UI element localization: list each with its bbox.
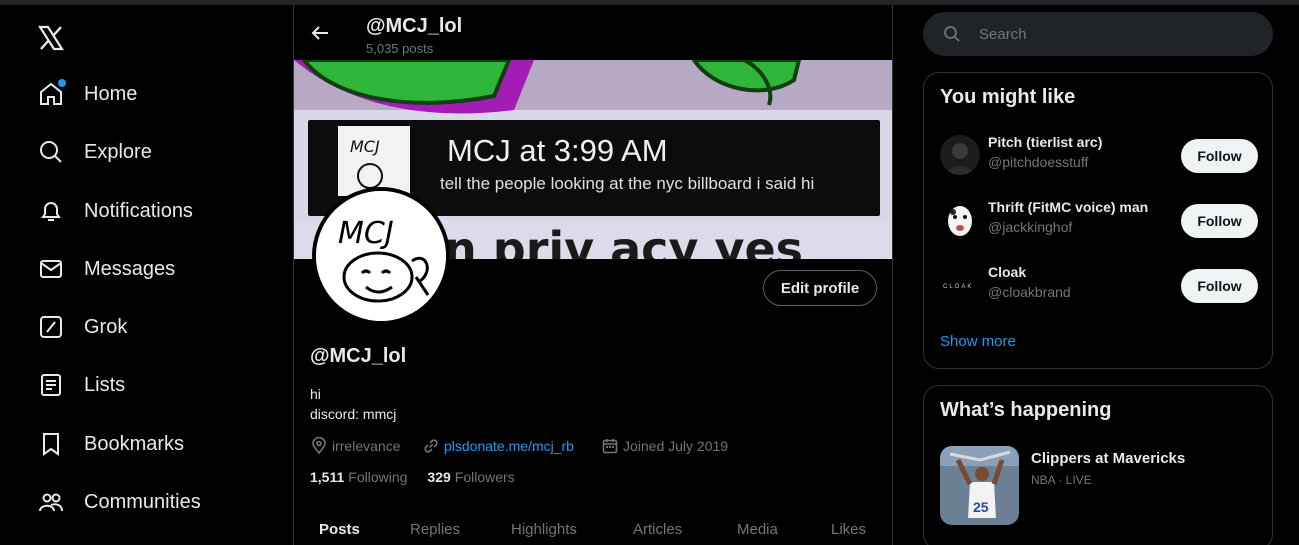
card-title: What’s happening	[940, 399, 1112, 421]
suggested-user[interactable]: Pitch (tierlist arc) @pitchdoesstuff Fol…	[940, 129, 1258, 179]
avatar	[940, 200, 980, 240]
sidebar-item-lists[interactable]: Lists	[26, 360, 137, 410]
search-icon	[944, 26, 960, 42]
sidebar-item-explore[interactable]: Explore	[26, 127, 164, 177]
tab-likes[interactable]: Likes	[831, 521, 866, 538]
home-icon	[38, 79, 66, 107]
avatar-text: MCJ	[338, 216, 394, 251]
tab-media[interactable]: Media	[737, 521, 778, 538]
banner-card-title: MCJ at 3:99 AM	[447, 133, 668, 168]
trend-title[interactable]: Clippers at Mavericks	[1031, 450, 1185, 467]
suggested-user-name: Thrift (FitMC voice) man	[988, 199, 1149, 215]
edit-profile-button[interactable]: Edit profile	[763, 270, 877, 306]
link-icon	[424, 439, 438, 453]
location-pin-icon	[312, 437, 326, 455]
following-count: 1,511	[310, 469, 345, 485]
profile-location: irrelevance	[310, 437, 400, 455]
tab-posts[interactable]: Posts	[319, 521, 360, 538]
bio-line: discord: mmcj	[310, 406, 397, 422]
follow-button[interactable]: Follow	[1181, 269, 1258, 303]
suggested-user-name: Cloak	[988, 264, 1027, 280]
post-count: 5,035 posts	[366, 41, 434, 56]
suggested-user-handle: @cloakbrand	[988, 284, 1071, 300]
sidebar-item-messages[interactable]: Messages	[26, 244, 187, 294]
banner-card-subtitle: tell the people looking at the nyc billb…	[440, 174, 814, 193]
sidebar-item-label: Home	[84, 82, 138, 105]
bookmark-icon	[38, 431, 64, 457]
profile-tabs: Posts Replies Highlights Articles Media …	[294, 510, 892, 545]
banner-bottom-text: n priv acy yes	[444, 222, 803, 259]
sidebar-item-label: Notifications	[84, 199, 193, 222]
avatar	[940, 135, 980, 175]
follow-button[interactable]: Follow	[1181, 139, 1258, 173]
profile-joined: Joined July 2019	[601, 437, 728, 455]
sidebar-item-label: Bookmarks	[84, 432, 185, 455]
grok-icon	[38, 314, 64, 340]
following-label: Following	[348, 469, 408, 485]
follow-button[interactable]: Follow	[1181, 204, 1258, 238]
sidebar-item-label: Communities	[84, 490, 201, 513]
followers-count: 329	[427, 469, 451, 485]
display-name: @MCJ_lol	[310, 345, 407, 367]
sidebar-item-grok[interactable]: Grok	[26, 302, 139, 352]
sidebar-item-label: Grok	[84, 315, 128, 338]
trend-image[interactable]: 25	[940, 446, 1019, 525]
sidebar: Home Explore Notifications Messages Grok…	[0, 5, 293, 545]
followers-label: Followers	[454, 469, 515, 485]
tab-replies[interactable]: Replies	[410, 521, 460, 538]
location-text: irrelevance	[332, 438, 401, 454]
calendar-icon	[602, 439, 618, 454]
envelope-icon	[38, 256, 64, 282]
avatar[interactable]: MCJ	[312, 187, 450, 325]
bell-icon	[38, 198, 64, 224]
bio-line: hi	[310, 386, 321, 402]
sidebar-item-communities[interactable]: Communities	[26, 477, 213, 527]
profile-stats: 1,511 Following 329 Followers	[310, 469, 535, 485]
search-icon	[38, 139, 64, 165]
suggested-user[interactable]: Thrift (FitMC voice) man @jackkinghof Fo…	[940, 194, 1258, 244]
suggested-user-handle: @pitchdoesstuff	[988, 154, 1089, 170]
sidebar-item-label: Lists	[84, 373, 126, 396]
sidebar-item-label: Explore	[84, 140, 152, 163]
list-icon	[38, 372, 64, 398]
website-link[interactable]: plsdonate.me/mcj_rb	[444, 438, 574, 454]
suggested-user-name: Pitch (tierlist arc)	[988, 134, 1103, 150]
whats-happening-card: What’s happening 25 Clippers at Maverick…	[923, 385, 1273, 545]
profile-column: @MCJ_lol 5,035 posts MCJ MCJ at 3:99 AM …	[293, 5, 893, 545]
avatar: CLOAK	[940, 265, 980, 305]
suggested-user-handle: @jackkinghof	[988, 219, 1073, 235]
jersey-number: 25	[973, 499, 989, 515]
card-title: You might like	[940, 86, 1076, 108]
x-logo-icon[interactable]	[36, 23, 66, 53]
followers-stat[interactable]: 329 Followers	[427, 469, 514, 485]
search-bar[interactable]	[923, 12, 1273, 56]
profile-website[interactable]: plsdonate.me/mcj_rb	[422, 437, 574, 455]
notification-dot	[58, 79, 66, 87]
header-title: @MCJ_lol	[366, 15, 463, 37]
trend-subtitle: NBA · LIVE	[1031, 473, 1092, 487]
sidebar-item-notifications[interactable]: Notifications	[26, 186, 205, 236]
suggested-user[interactable]: CLOAK Cloak @cloakbrand Follow	[940, 259, 1258, 309]
search-input[interactable]	[979, 25, 1239, 43]
sidebar-item-home[interactable]: Home	[26, 69, 149, 119]
joined-text: Joined July 2019	[623, 438, 729, 454]
tab-articles[interactable]: Articles	[633, 521, 682, 538]
back-arrow-icon[interactable]	[310, 23, 330, 43]
who-to-follow-card: You might like Pitch (tierlist arc) @pit…	[923, 72, 1273, 369]
communities-icon	[38, 489, 64, 515]
profile-header: @MCJ_lol 5,035 posts	[294, 5, 892, 60]
sidebar-item-label: Messages	[84, 257, 176, 280]
banner-logo-text: MCJ	[350, 137, 380, 156]
tab-highlights[interactable]: Highlights	[511, 521, 577, 538]
following-stat[interactable]: 1,511 Following	[310, 469, 407, 485]
avatar-text: CLOAK	[943, 284, 973, 290]
sidebar-item-bookmarks[interactable]: Bookmarks	[26, 419, 196, 469]
show-more-link[interactable]: Show more	[940, 333, 1016, 350]
